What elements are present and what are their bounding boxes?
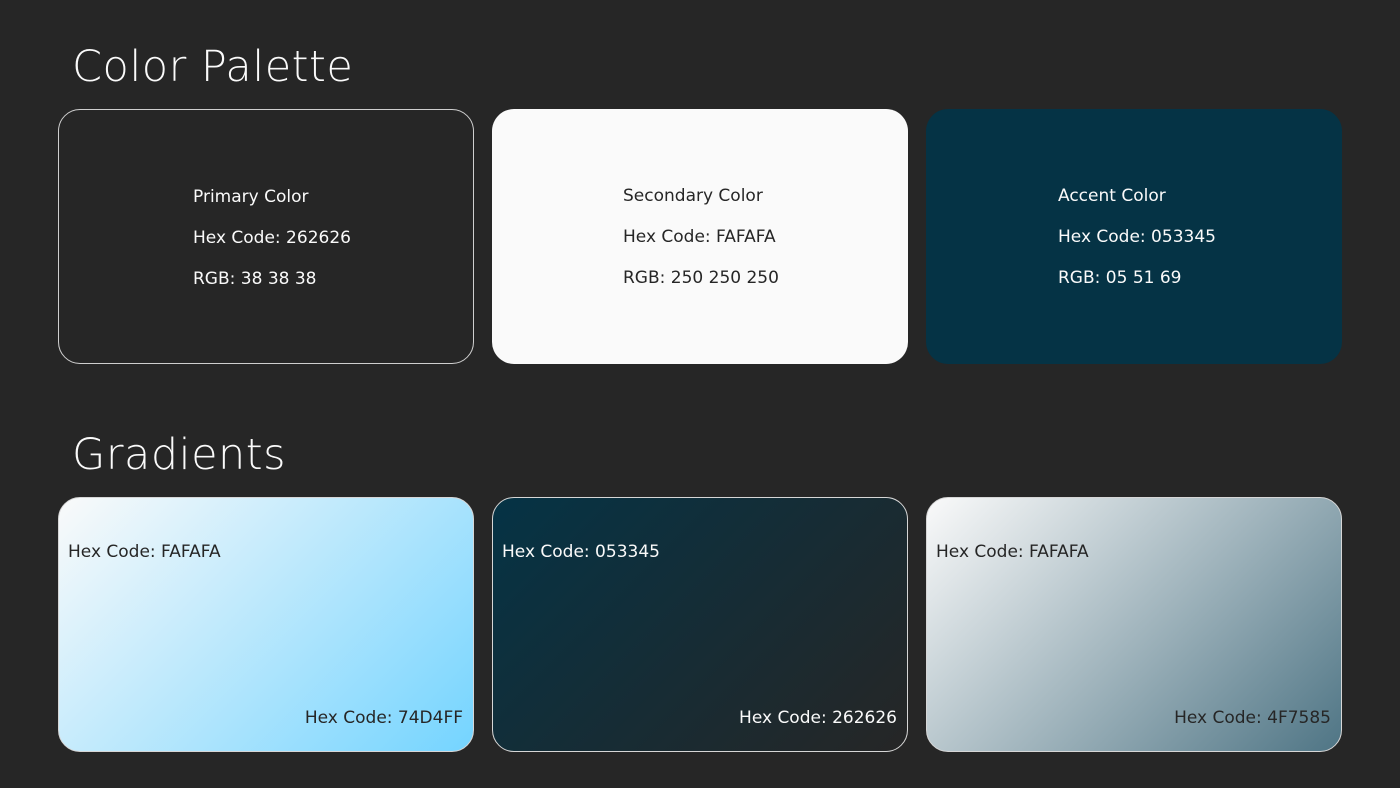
gradient-start-label: Hex Code: FAFAFA (936, 542, 1089, 562)
gradient-start-label: Hex Code: FAFAFA (68, 542, 221, 562)
accent-color-name: Accent Color (1058, 186, 1166, 206)
gradient-card-dark-teal: Hex Code: 053345 Hex Code: 262626 (492, 497, 908, 752)
gradient-end-label: Hex Code: 74D4FF (304, 708, 463, 728)
primary-color-card: Primary Color Hex Code: 262626 RGB: 38 3… (58, 109, 474, 364)
gradient-end-label: Hex Code: 4F7585 (1174, 708, 1331, 728)
primary-color-hex: Hex Code: 262626 (193, 228, 351, 248)
gradient-card-slate: Hex Code: FAFAFA Hex Code: 4F7585 (926, 497, 1342, 752)
primary-color-info: Primary Color Hex Code: 262626 RGB: 38 3… (193, 186, 351, 291)
primary-color-rgb: RGB: 38 38 38 (193, 269, 317, 289)
gradient-start-label: Hex Code: 053345 (502, 542, 660, 562)
gradients-title: Gradients (72, 430, 287, 480)
color-palette-title: Color Palette (72, 42, 354, 92)
secondary-color-hex: Hex Code: FAFAFA (623, 227, 776, 247)
secondary-color-info: Secondary Color Hex Code: FAFAFA RGB: 25… (623, 185, 779, 290)
primary-color-name: Primary Color (193, 187, 309, 207)
secondary-color-card: Secondary Color Hex Code: FAFAFA RGB: 25… (492, 109, 908, 364)
accent-color-info: Accent Color Hex Code: 053345 RGB: 05 51… (1058, 185, 1216, 290)
gradient-end-label: Hex Code: 262626 (739, 708, 897, 728)
accent-color-rgb: RGB: 05 51 69 (1058, 268, 1182, 288)
accent-color-hex: Hex Code: 053345 (1058, 227, 1216, 247)
gradient-card-light-blue: Hex Code: FAFAFA Hex Code: 74D4FF (58, 497, 474, 752)
secondary-color-rgb: RGB: 250 250 250 (623, 268, 779, 288)
accent-color-card: Accent Color Hex Code: 053345 RGB: 05 51… (926, 109, 1342, 364)
secondary-color-name: Secondary Color (623, 186, 763, 206)
